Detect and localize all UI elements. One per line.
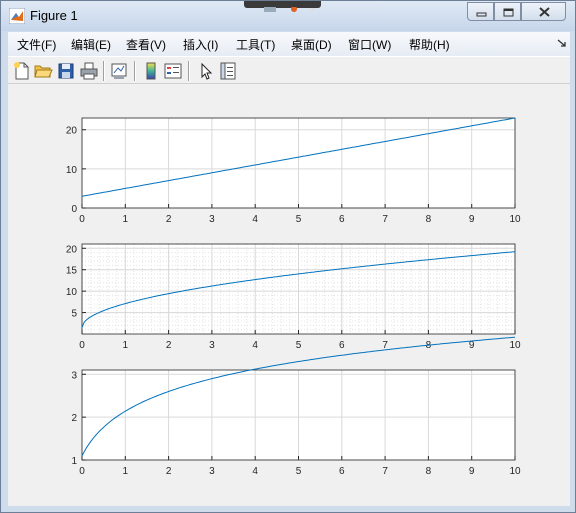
y-tick-label: 20 <box>66 244 78 255</box>
menu-help[interactable]: 帮助(H) <box>409 36 450 53</box>
x-tick-label: 4 <box>252 466 258 477</box>
axes-3[interactable]: 0 1 2 3 4 5 6 7 8 9 10123 <box>71 336 521 477</box>
x-tick-label: 4 <box>252 340 258 351</box>
matlab-icon <box>9 8 25 24</box>
x-tick-label: 1 <box>123 466 129 477</box>
x-tick-label: 8 <box>426 466 432 477</box>
y-tick-label: 20 <box>66 126 78 137</box>
y-tick-label: 1 <box>71 456 77 467</box>
menu-tools[interactable]: 工具(T) <box>236 36 275 53</box>
menu-edit[interactable]: 编辑(E) <box>71 36 111 53</box>
menu-view[interactable]: 查看(V) <box>126 36 166 53</box>
taskbar-icons <box>264 6 316 12</box>
menu-insert[interactable]: 插入(I) <box>183 36 218 53</box>
x-tick-label: 10 <box>509 466 521 477</box>
new-figure-icon[interactable] <box>12 61 32 81</box>
x-tick-label: 5 <box>296 340 302 351</box>
menu-window[interactable]: 窗口(W) <box>348 36 391 53</box>
save-icon[interactable] <box>56 61 76 81</box>
title-bar[interactable]: Figure 1 <box>1 1 575 31</box>
x-tick-label: 3 <box>209 214 215 225</box>
x-tick-label: 3 <box>209 466 215 477</box>
x-tick-label: 10 <box>509 214 521 225</box>
figure-window: Figure 1 文件(F) 编辑(E) 查看(V) 插入(I) 工具(T) 桌… <box>0 0 576 513</box>
dock-arrow-icon[interactable] <box>557 38 567 48</box>
open-folder-icon[interactable] <box>33 61 53 81</box>
x-tick-label: 1 <box>123 214 129 225</box>
axes-1[interactable]: 0 1 2 3 4 5 6 7 8 9 10 0 10 20 <box>66 117 521 225</box>
x-tick-label: 7 <box>382 214 388 225</box>
x-tick-label: 6 <box>339 340 345 351</box>
menu-bar: 文件(F) 编辑(E) 查看(V) 插入(I) 工具(T) 桌面(D) 窗口(W… <box>8 32 570 56</box>
maximize-button[interactable] <box>494 2 521 21</box>
minimize-icon <box>476 12 487 17</box>
restore-icon <box>503 8 514 17</box>
figure-canvas[interactable]: 0 1 2 3 4 5 6 7 8 9 10 0 10 20 0 1 2 3 4 5 6 7 8 9 10 5 10 15 20 0 1 2 3… <box>8 84 570 506</box>
x-tick-label: 10 <box>509 340 521 351</box>
pointer-icon[interactable] <box>196 61 216 81</box>
property-editor-icon[interactable] <box>218 61 238 81</box>
x-tick-label: 9 <box>469 466 475 477</box>
x-tick-label: 2 <box>166 466 172 477</box>
x-tick-label: 0 <box>79 466 85 477</box>
link-plot-icon[interactable] <box>109 61 129 81</box>
y-tick-label: 5 <box>71 309 77 320</box>
menu-file[interactable]: 文件(F) <box>17 36 56 53</box>
x-tick-label: 0 <box>79 214 85 225</box>
x-tick-label: 1 <box>123 340 129 351</box>
x-tick-label: 9 <box>469 214 475 225</box>
legend-icon[interactable] <box>163 61 183 81</box>
taskbar-thumbnail <box>244 1 321 12</box>
y-tick-label: 10 <box>66 165 78 176</box>
x-tick-label: 7 <box>382 466 388 477</box>
toolbar <box>8 56 570 84</box>
subplots: 0 1 2 3 4 5 6 7 8 9 10010200 1 2 3 4 5 6 7 8 9 1051015200 1 2 3… <box>66 117 521 477</box>
x-tick-label: 6 <box>339 214 345 225</box>
y-tick-label: 3 <box>71 370 77 381</box>
colorbar-icon[interactable] <box>141 61 161 81</box>
print-icon[interactable] <box>79 61 99 81</box>
x-tick-label: 5 <box>296 214 302 225</box>
y-tick-label: 2 <box>71 413 77 424</box>
minimize-button[interactable] <box>467 2 494 21</box>
close-button[interactable] <box>521 2 566 21</box>
window-title: Figure 1 <box>30 8 78 23</box>
x-tick-label: 6 <box>339 466 345 477</box>
x-tick-label: 8 <box>426 214 432 225</box>
toolbar-separator <box>188 61 190 81</box>
axes-2[interactable]: 0 1 2 3 4 5 6 7 8 9 105101520 <box>66 243 521 351</box>
x-tick-label: 4 <box>252 214 258 225</box>
x-tick-label: 5 <box>296 466 302 477</box>
x-tick-label: 2 <box>166 340 172 351</box>
x-tick-label: 0 <box>79 340 85 351</box>
close-icon <box>539 7 550 17</box>
toolbar-separator <box>134 61 136 81</box>
y-tick-label: 0 <box>71 204 77 215</box>
x-tick-label: 2 <box>166 214 172 225</box>
y-tick-label: 15 <box>66 266 78 277</box>
x-tick-label: 3 <box>209 340 215 351</box>
menu-desktop[interactable]: 桌面(D) <box>291 36 332 53</box>
toolbar-separator <box>103 61 105 81</box>
y-tick-label: 10 <box>66 287 78 298</box>
